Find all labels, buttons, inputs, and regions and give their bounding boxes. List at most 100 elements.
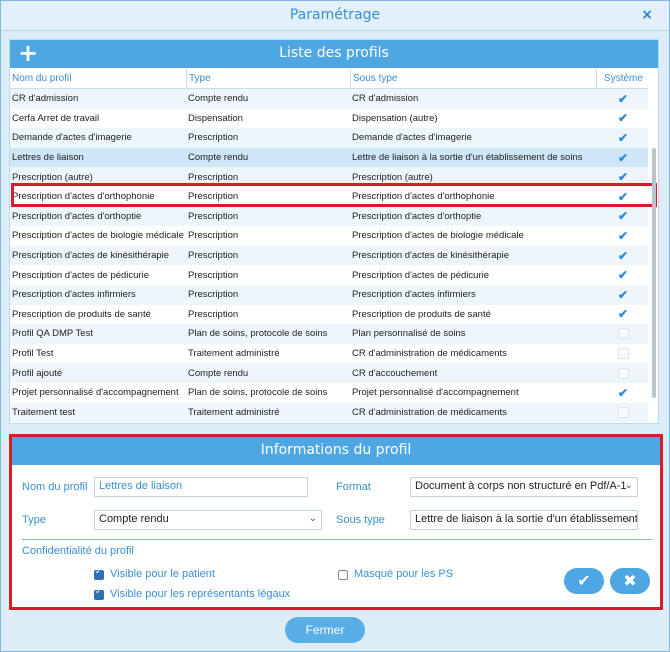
check-icon: ✔ (617, 385, 629, 400)
cell-name: Prescription d'actes infirmiers (12, 289, 136, 301)
cell-subtype: Prescription (autre) (352, 171, 433, 183)
cell-name: Prescription d'actes de biologie médical… (12, 230, 184, 242)
table-row[interactable]: Prescription d'actes infirmiers Prescript… (10, 284, 648, 305)
cell-subtype: Prescription d'actes de pédicurie (352, 269, 489, 281)
cell-name: Projet personnalisé d'accompagnement (12, 387, 179, 399)
cell-subtype: Prescription de produits de santé (352, 308, 491, 320)
column-header-type[interactable]: Type (186, 69, 350, 88)
cell-type: Prescription (188, 308, 239, 320)
table-row[interactable]: Projet personnalisé d'accompagnement Plan… (10, 382, 648, 403)
profiles-list-header: + Liste des profils (10, 40, 658, 68)
check-icon: ✔ (617, 130, 629, 145)
table-row[interactable]: Profil Test Traitement administré CR d'adm… (10, 343, 648, 364)
check-icon: ✔ (617, 91, 629, 106)
format-select[interactable]: Document à corps non structuré en Pdf/A-… (410, 477, 638, 497)
type-select[interactable]: Compte rendu ⌄ (94, 510, 322, 530)
format-select-value: Document à corps non structuré en Pdf/A-… (415, 480, 627, 492)
table-row[interactable]: Prescription d'actes de biologie médical… (10, 226, 648, 246)
cell-subtype: Dispensation (autre) (352, 112, 438, 124)
visible-patient-label: Visible pour le patient (110, 568, 215, 580)
table-row[interactable]: Prescription d'actes de pédicurie Prescri… (10, 265, 648, 285)
table-row[interactable]: Demande d'actes d'imagerie Prescription De… (10, 128, 648, 148)
cell-subtype: Demande d'actes d'imagerie (352, 132, 472, 144)
cell-system[interactable]: ✔ (596, 305, 648, 325)
cell-subtype: Prescription d'actes infirmiers (352, 289, 476, 301)
column-header-subtype[interactable]: Sous type (350, 69, 596, 88)
check-icon: ✔ (617, 268, 629, 283)
scrollbar[interactable] (652, 148, 656, 398)
table-row[interactable]: Lettres de liaison Compte rendu Lettre de … (10, 147, 648, 168)
table-row[interactable]: Profil ajouté Compte rendu CR d'accoucheme… (10, 363, 648, 383)
profile-name-input[interactable]: Lettres de liaison (94, 477, 308, 497)
column-header-system[interactable]: Système (596, 69, 648, 88)
titlebar: Paramétrage × (1, 1, 669, 31)
table-row[interactable]: Prescription (autre) Prescription Prescrip… (10, 167, 648, 187)
table-row[interactable]: Cerfa Arret de travail Dispensation Dispen… (10, 108, 648, 129)
check-icon: ✔ (617, 150, 629, 165)
cell-system[interactable]: ✔ (596, 167, 648, 187)
format-label: Format (336, 481, 371, 493)
cell-system[interactable] (596, 324, 648, 344)
cell-type: Plan de soins, protocole de soins (188, 387, 328, 399)
cell-system[interactable]: ✔ (596, 128, 648, 148)
cell-subtype: Prescription d'actes d'orthoptie (352, 210, 482, 222)
cell-type: Prescription (188, 210, 239, 222)
check-icon: ✔ (617, 228, 629, 243)
cell-system[interactable]: ✔ (596, 226, 648, 246)
cell-system[interactable]: ✔ (596, 285, 648, 305)
cell-subtype: Projet personnalisé d'accompagnement (352, 387, 519, 399)
check-icon: ✔ (617, 111, 629, 126)
table-row[interactable]: Traitement test Traitement administré CR d… (10, 402, 648, 423)
unchecked-icon (617, 367, 629, 379)
subtype-select[interactable]: Lettre de liaison à la sortie d'un établ… (410, 510, 638, 530)
cell-name: Traitement test (12, 406, 76, 418)
column-header-name[interactable]: Nom du profil (10, 69, 186, 88)
visible-legal-label: Visible pour les représentants légaux (110, 588, 291, 600)
cell-system[interactable]: ✔ (596, 89, 648, 109)
visible-legal-checkbox[interactable] (94, 587, 104, 600)
table-row[interactable]: Prescription d'actes de kinésithérapie Pr… (10, 245, 648, 266)
table-row[interactable]: CR d'admission Compte rendu CR d'admission… (10, 89, 648, 109)
cell-system[interactable]: ✔ (596, 109, 648, 129)
cross-icon[interactable]: ✖ (610, 568, 650, 594)
cell-system[interactable]: ✔ (596, 148, 648, 168)
close-icon[interactable]: × (641, 7, 653, 23)
type-label: Type (22, 514, 46, 526)
cell-system[interactable]: ✔ (596, 246, 648, 266)
chevron-down-icon: ⌄ (624, 513, 633, 524)
cell-subtype: Lettre de liaison à la sortie d'un établ… (352, 152, 583, 164)
profiles-table: Nom du profil Type Sous type Système CR … (10, 69, 648, 423)
cell-type: Prescription (188, 132, 239, 144)
cell-system[interactable]: ✔ (596, 207, 648, 227)
hidden-ps-checkbox[interactable] (338, 570, 348, 580)
cell-name: Profil QA DMP Test (12, 328, 93, 340)
cell-system[interactable]: ✔ (596, 265, 648, 285)
cell-name: Profil Test (12, 348, 54, 360)
profiles-list-title: Liste des profils (279, 45, 389, 61)
cell-system[interactable] (596, 363, 648, 383)
unchecked-icon (617, 328, 629, 340)
cell-system[interactable] (596, 403, 648, 423)
table-row[interactable]: Profil QA DMP Test Plan de soins, protoco… (10, 324, 648, 344)
visible-patient-checkbox[interactable] (94, 567, 104, 580)
subtype-label: Sous type (336, 514, 385, 526)
check-icon: ✔ (617, 170, 629, 185)
cell-system[interactable]: ✔ (596, 383, 648, 403)
cell-type: Prescription (188, 191, 239, 203)
table-row[interactable]: Prescription d'actes d'orthophonie Prescr… (10, 186, 648, 207)
check-icon: ✔ (617, 287, 629, 302)
close-button[interactable]: Fermer (285, 617, 365, 643)
cell-system[interactable] (596, 344, 648, 364)
check-icon[interactable]: ✔ (564, 568, 604, 594)
cell-name: Cerfa Arret de travail (12, 112, 100, 124)
cell-type: Traitement administré (188, 348, 280, 360)
dialog-title: Paramétrage (289, 7, 381, 23)
profile-info-title: Informations du profil (260, 442, 412, 458)
cell-system[interactable]: ✔ (596, 187, 648, 207)
type-select-value: Compte rendu (99, 513, 169, 525)
table-row[interactable]: Prescription d'actes d'orthoptie Prescrip… (10, 206, 648, 227)
cell-type: Compte rendu (188, 367, 249, 379)
check-icon: ✔ (617, 248, 629, 263)
cell-subtype: Plan personnalisé de soins (352, 328, 466, 340)
table-row[interactable]: Prescription de produits de santé Prescri… (10, 304, 648, 325)
